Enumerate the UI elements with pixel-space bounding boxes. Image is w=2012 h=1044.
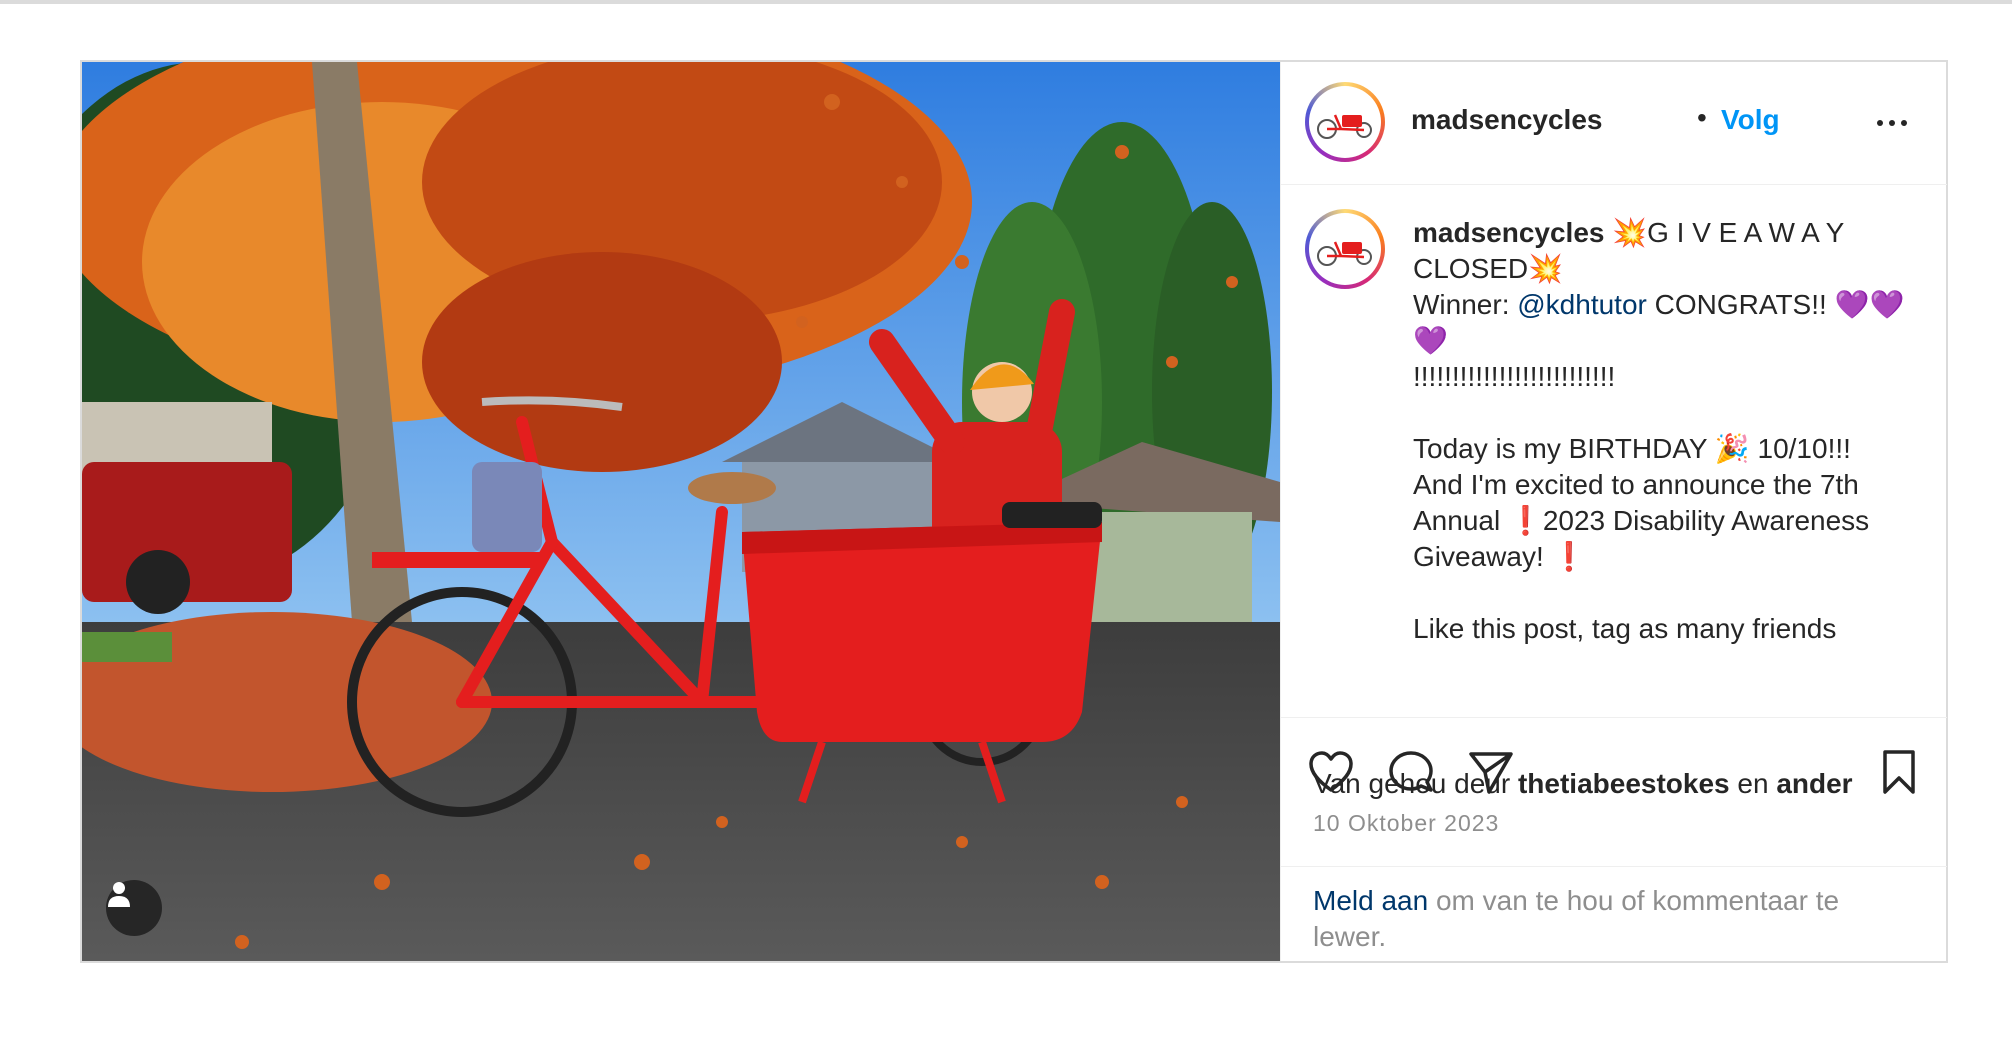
caption-mention[interactable]: @kdhtutor — [1517, 289, 1647, 320]
bookmark-icon[interactable] — [1875, 748, 1923, 796]
avatar-inner — [1309, 86, 1381, 158]
separator-dot: • — [1697, 102, 1707, 133]
login-link[interactable]: Meld aan — [1313, 885, 1428, 916]
post-caption: madsencycles 💥G I V E A W A Y CLOSED💥 Wi… — [1413, 215, 1913, 647]
follow-button[interactable]: Volg — [1721, 104, 1780, 136]
person-icon — [108, 882, 130, 907]
likes-user[interactable]: thetiabeestokes — [1518, 768, 1730, 799]
caption-text-2: CONGRATS!! 💜💜💜 !!!!!!!!!!!!!!!!!!!!!!!!!… — [1413, 289, 1905, 644]
caption-username[interactable]: madsencycles — [1413, 217, 1604, 248]
post-photo — [82, 62, 1280, 961]
login-prompt: Meld aan om van te hou of kommentaar te … — [1313, 883, 1913, 955]
post-date[interactable]: 10 Oktober 2023 — [1313, 810, 1499, 837]
post-header: madsencycles • Volg — [1281, 62, 1947, 185]
cargo-bike-logo-icon — [1317, 114, 1372, 139]
avatar[interactable] — [1305, 82, 1385, 162]
top-divider — [0, 0, 2012, 4]
more-horizontal-icon[interactable] — [1877, 120, 1907, 126]
instagram-post-embed: madsencycles • Volg madsencycles 💥G I V … — [80, 60, 1948, 963]
caption-area[interactable]: madsencycles 💥G I V E A W A Y CLOSED💥 Wi… — [1281, 185, 1947, 718]
login-footer: Meld aan om van te hou of kommentaar te … — [1281, 866, 1947, 962]
likes-line: Van gehou deur thetiabeestokes en ander — [1313, 768, 1853, 800]
user-tag-icon[interactable] — [106, 880, 162, 936]
caption-avatar[interactable] — [1305, 209, 1385, 289]
caption-avatar-inner — [1309, 213, 1381, 285]
post-media[interactable] — [82, 62, 1280, 961]
header-username[interactable]: madsencycles — [1411, 104, 1602, 136]
likes-others[interactable]: ander — [1776, 768, 1852, 799]
likes-middle: en — [1729, 768, 1777, 799]
cargo-bike-logo-icon — [1317, 241, 1372, 266]
post-sidebar: madsencycles • Volg madsencycles 💥G I V … — [1280, 62, 1947, 961]
likes-prefix: Van gehou deur — [1313, 768, 1518, 799]
